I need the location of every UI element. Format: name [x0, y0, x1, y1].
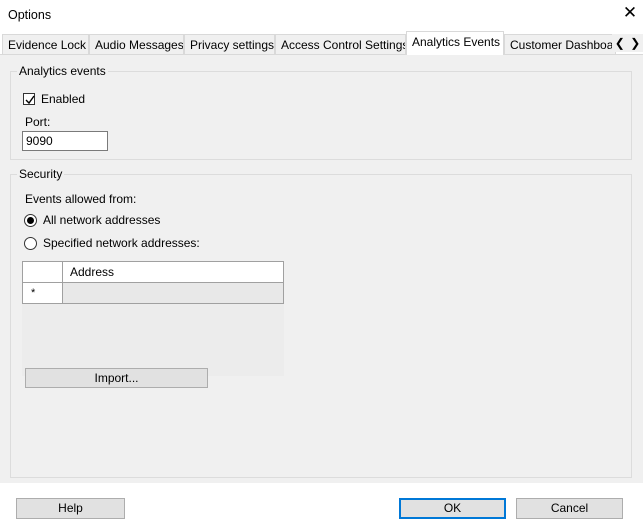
import-button[interactable]: Import... — [25, 368, 208, 388]
security-legend: Security — [17, 167, 65, 181]
grid-header-corner — [23, 262, 63, 282]
tab-analytics-events[interactable]: Analytics Events — [406, 31, 504, 55]
close-icon[interactable]: ✕ — [620, 2, 640, 24]
address-grid: Address * — [22, 261, 284, 376]
all-network-addresses-label: All network addresses — [43, 213, 161, 227]
tab-access-control-settings[interactable]: Access Control Settings — [275, 34, 406, 54]
tab-privacy-settings[interactable]: Privacy settings — [184, 34, 275, 54]
grid-new-row[interactable]: * — [22, 282, 284, 304]
analytics-events-group: Analytics events Enabled Port: 9090 — [10, 64, 632, 160]
ok-button[interactable]: OK — [399, 498, 506, 519]
help-button[interactable]: Help — [16, 498, 125, 519]
events-allowed-from-label: Events allowed from: — [25, 192, 137, 206]
security-group: Security Events allowed from: All networ… — [10, 167, 632, 478]
analytics-events-legend: Analytics events — [17, 64, 108, 78]
chevron-left-icon[interactable]: ❮ — [612, 34, 628, 52]
cancel-button[interactable]: Cancel — [516, 498, 623, 519]
new-row-marker: * — [31, 287, 36, 299]
grid-header-row: Address — [22, 261, 284, 283]
tab-audio-messages[interactable]: Audio Messages — [89, 34, 184, 54]
enabled-label: Enabled — [41, 92, 86, 106]
tab-panel: Analytics events Enabled Port: 9090 Secu… — [0, 55, 643, 483]
tab-scroll-arrows: ❮ ❯ — [612, 34, 643, 52]
enabled-checkbox[interactable] — [23, 93, 35, 105]
checkmark-icon — [25, 95, 35, 105]
tab-evidence-lock[interactable]: Evidence Lock — [2, 34, 89, 54]
address-column-header: Address — [70, 265, 115, 279]
window-title: Options — [8, 8, 52, 22]
specified-network-addresses-label: Specified network addresses: — [43, 236, 200, 250]
row-header: * — [23, 283, 63, 303]
port-input[interactable]: 9090 — [22, 131, 108, 151]
all-network-addresses-radio[interactable] — [24, 214, 37, 227]
specified-network-addresses-radio[interactable] — [24, 237, 37, 250]
tab-strip: Evidence Lock Audio Messages Privacy set… — [0, 31, 643, 55]
tab-customer-dashboard[interactable]: Customer Dashboard — [504, 34, 616, 54]
port-label: Port: — [25, 115, 51, 129]
chevron-right-icon[interactable]: ❯ — [628, 34, 643, 52]
